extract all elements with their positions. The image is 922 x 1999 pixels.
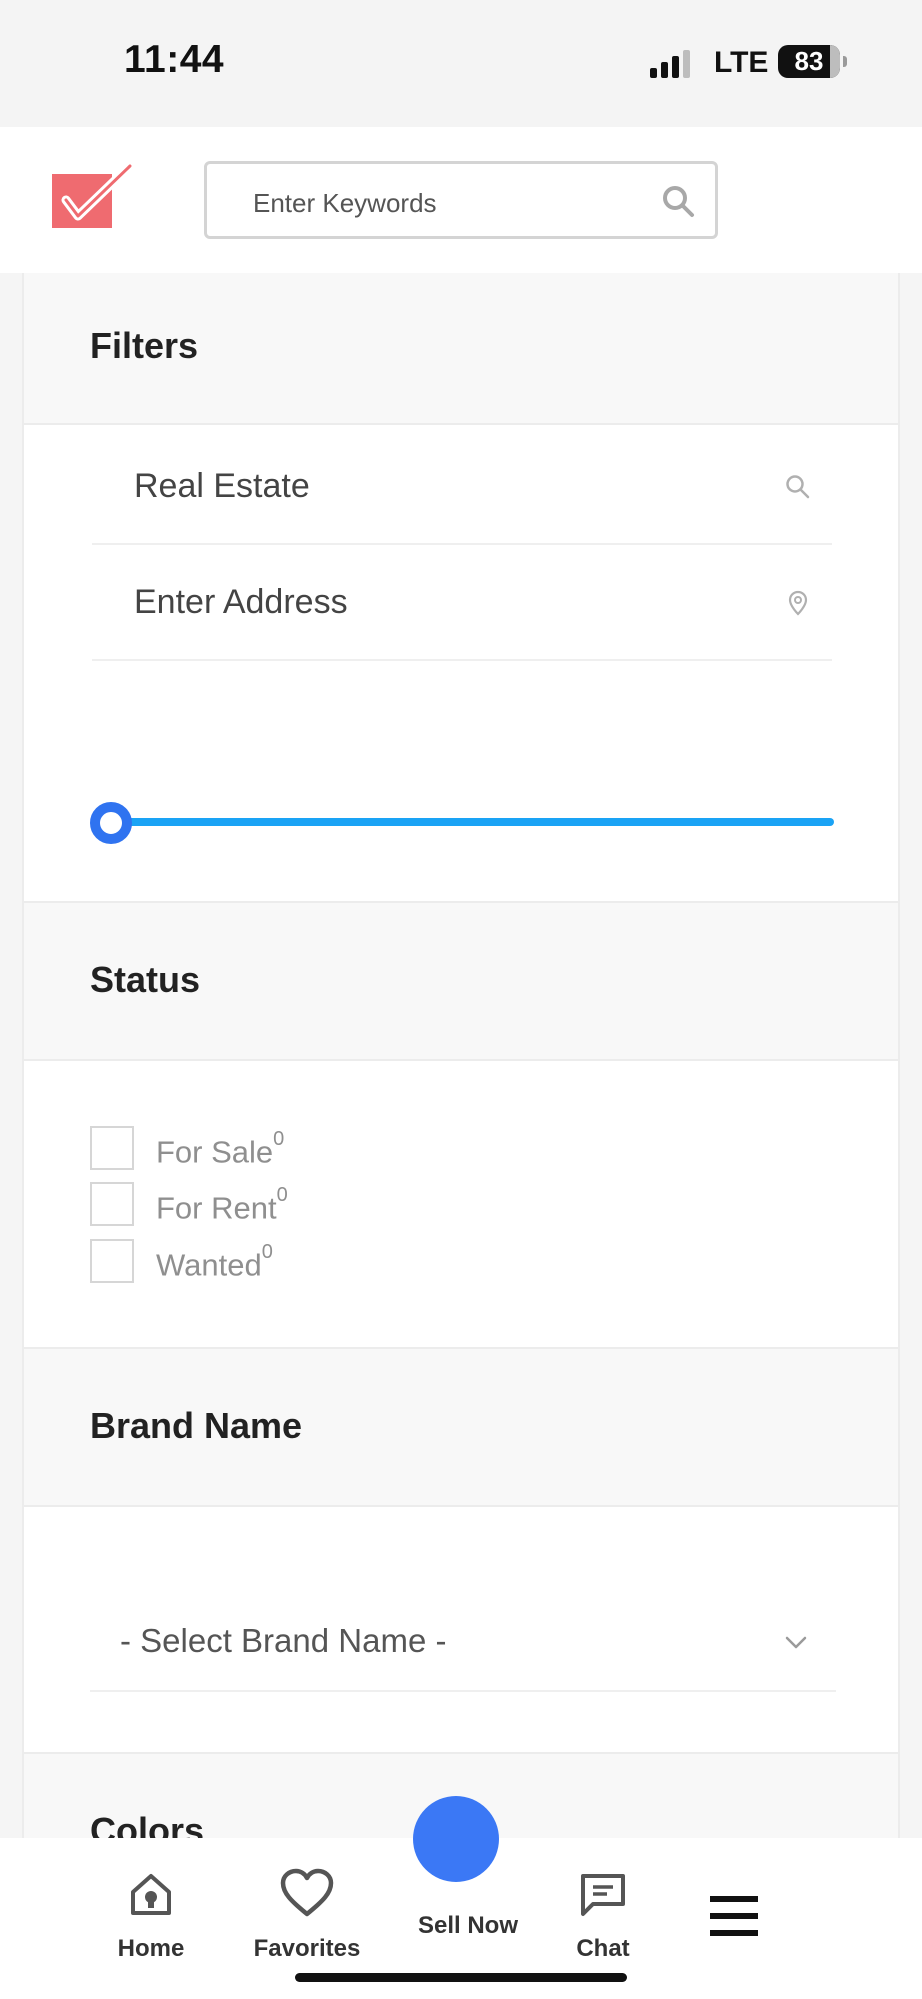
checkbox[interactable] bbox=[90, 1182, 134, 1226]
nav-menu[interactable] bbox=[708, 1894, 760, 1943]
nav-home-label: Home bbox=[117, 1935, 185, 1962]
status-option-count: 0 bbox=[276, 1184, 288, 1206]
brand-select-value: - Select Brand Name - bbox=[120, 1622, 447, 1659]
nav-favorites-label: Favorites bbox=[253, 1935, 361, 1962]
checkbox[interactable] bbox=[90, 1239, 134, 1283]
signal-icon bbox=[650, 46, 700, 78]
home-icon bbox=[131, 1874, 171, 1915]
address-field[interactable]: Enter Address bbox=[92, 545, 832, 661]
status-option-count: 0 bbox=[273, 1128, 285, 1150]
checkmark-logo-icon[interactable] bbox=[52, 160, 136, 230]
range-slider-track[interactable] bbox=[114, 818, 834, 826]
chat-icon bbox=[581, 1874, 625, 1916]
nav-sell-now[interactable]: Sell Now bbox=[406, 1912, 530, 1940]
address-placeholder: Enter Address bbox=[134, 583, 348, 621]
status-time: 11:44 bbox=[124, 38, 225, 81]
sell-now-button[interactable] bbox=[413, 1796, 499, 1882]
checkbox[interactable] bbox=[90, 1126, 134, 1170]
status-option-label: For Rent bbox=[156, 1190, 277, 1226]
heart-icon bbox=[280, 1868, 334, 1917]
filters-title: Filters bbox=[90, 325, 199, 366]
nav-chat-label: Chat bbox=[576, 1935, 630, 1962]
status-section-header: Status bbox=[24, 901, 898, 1061]
app-header: Enter Keywords bbox=[0, 127, 922, 273]
chevron-down-icon bbox=[785, 1636, 807, 1649]
brand-name-select[interactable]: - Select Brand Name - bbox=[90, 1594, 836, 1692]
category-value: Real Estate bbox=[134, 467, 310, 505]
nav-home[interactable]: Home bbox=[106, 1872, 196, 1963]
search-icon bbox=[786, 475, 810, 499]
home-indicator bbox=[295, 1973, 627, 1982]
status-option-count: 0 bbox=[261, 1241, 273, 1263]
status-bar: 11:44 LTE 83 bbox=[0, 0, 922, 127]
hamburger-menu-icon bbox=[710, 1896, 758, 1936]
search-icon[interactable] bbox=[661, 184, 695, 218]
status-option-label: For Sale bbox=[156, 1134, 274, 1170]
search-placeholder: Enter Keywords bbox=[253, 188, 437, 218]
nav-chat[interactable]: Chat bbox=[558, 1872, 648, 1963]
status-title: Status bbox=[90, 959, 201, 1000]
filter-panel: Filters Real Estate Enter Address Status… bbox=[22, 273, 900, 1838]
category-field[interactable]: Real Estate bbox=[92, 429, 832, 545]
status-option-label: Wanted bbox=[156, 1247, 262, 1283]
battery-icon: 83 bbox=[778, 45, 847, 78]
range-slider-handle[interactable] bbox=[90, 802, 132, 844]
colors-title: Colors bbox=[90, 1810, 205, 1838]
network-type: LTE bbox=[714, 46, 769, 79]
battery-level: 83 bbox=[794, 46, 824, 76]
brand-section-header: Brand Name bbox=[24, 1347, 898, 1507]
location-pin-icon bbox=[788, 590, 808, 616]
brand-title: Brand Name bbox=[90, 1405, 303, 1446]
filters-section-header: Filters bbox=[24, 273, 898, 425]
keyword-search-input[interactable]: Enter Keywords bbox=[204, 161, 718, 239]
nav-favorites[interactable]: Favorites bbox=[242, 1868, 372, 1963]
nav-sell-now-label: Sell Now bbox=[417, 1912, 519, 1939]
